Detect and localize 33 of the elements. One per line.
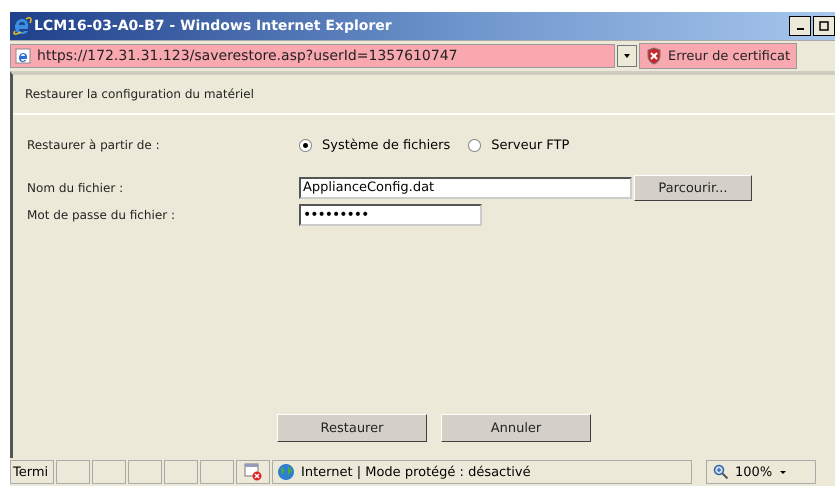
dropdown-button[interactable] xyxy=(617,45,637,67)
security-zone-text: Internet | Mode protégé : désactivé xyxy=(301,464,531,480)
minimize-icon xyxy=(796,28,804,30)
magnifier-icon xyxy=(713,464,729,480)
window-title: LCM16-03-A0-B7 - Windows Internet Explorer xyxy=(34,18,393,34)
certificate-error-button[interactable]: Erreur de certificat xyxy=(639,43,798,69)
file-name-field[interactable]: ApplianceConfig.dat xyxy=(299,177,632,199)
globe-icon xyxy=(277,463,295,481)
browse-button[interactable]: Parcourir... xyxy=(634,175,752,201)
popup-blocked-icon xyxy=(244,463,262,481)
dialog-button[interactable]: Restaurer xyxy=(277,414,427,442)
dialog-button[interactable]: Annuler xyxy=(441,414,591,442)
field-label: Nom du fichier : xyxy=(27,181,124,195)
status-panel xyxy=(164,460,198,484)
page-icon xyxy=(15,48,31,64)
browser-logo-icon xyxy=(12,16,32,36)
password-field[interactable]: ••••••••• xyxy=(299,204,482,226)
radio-option[interactable]: Serveur FTP xyxy=(468,138,570,152)
shield-error-icon xyxy=(646,47,662,65)
minimize-button[interactable] xyxy=(789,16,811,36)
radio-option[interactable]: Système de fichiers xyxy=(299,138,450,152)
maximize-button[interactable] xyxy=(813,16,835,36)
zoom-button[interactable]: 100% xyxy=(706,460,816,484)
status-panel xyxy=(56,460,90,484)
status-panel xyxy=(92,460,126,484)
maximize-icon xyxy=(818,20,830,32)
address-field[interactable]: https://172.31.31.123/saverestore.asp?userId=1357610747 xyxy=(10,44,615,68)
field-label: Mot de passe du fichier : xyxy=(27,208,176,222)
dialog-heading: Restaurer la configuration du matériel xyxy=(13,75,835,115)
field-label: Restaurer à partir de : xyxy=(27,138,161,152)
status-panel xyxy=(128,460,162,484)
status-text: Termi xyxy=(10,460,54,484)
status-panel xyxy=(200,460,234,484)
